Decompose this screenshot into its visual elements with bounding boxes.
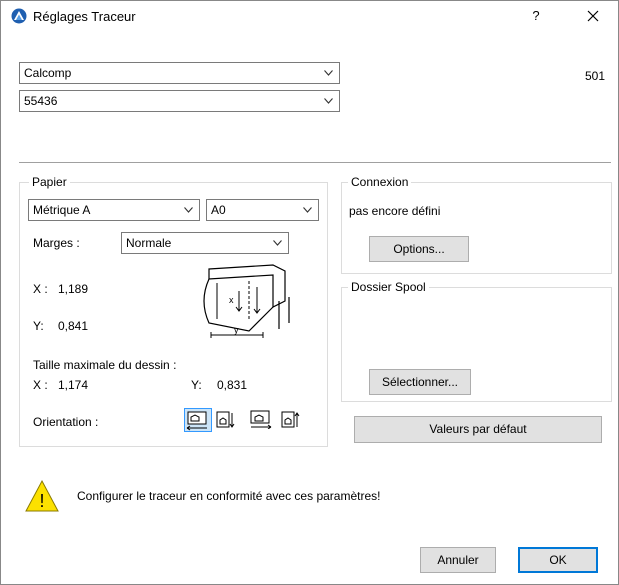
select-spool-button[interactable]: Sélectionner... bbox=[369, 369, 471, 395]
close-button[interactable] bbox=[582, 5, 604, 27]
plotter-diagram-icon: x y bbox=[203, 264, 290, 338]
chevron-down-icon bbox=[324, 98, 333, 104]
orientation-landscape-button[interactable] bbox=[215, 409, 235, 429]
orientation-portrait-icon bbox=[250, 410, 272, 430]
paper-group-label: Papier bbox=[29, 175, 70, 189]
help-button[interactable]: ? bbox=[526, 6, 546, 26]
options-button[interactable]: Options... bbox=[369, 236, 469, 262]
orientation-landscape-icon bbox=[281, 411, 300, 428]
max-size-label: Taille maximale du dessin : bbox=[33, 358, 177, 372]
orientation-portrait-rotated-button[interactable] bbox=[249, 409, 272, 430]
margins-value: Normale bbox=[126, 236, 172, 250]
chevron-down-icon bbox=[273, 240, 282, 246]
max-y-value: 0,831 bbox=[217, 378, 248, 392]
orientation-landscape-rotated-button[interactable] bbox=[280, 409, 300, 429]
orientation-portrait-button[interactable] bbox=[184, 408, 212, 432]
warning-icon: ! bbox=[25, 479, 59, 512]
cancel-button[interactable]: Annuler bbox=[420, 547, 496, 573]
model-select[interactable]: 55436 bbox=[19, 90, 340, 112]
chevron-down-icon bbox=[303, 207, 312, 213]
warning-text: Configurer le traceur en conformité avec… bbox=[77, 489, 381, 503]
connection-status: pas encore défini bbox=[349, 204, 441, 218]
chevron-down-icon bbox=[324, 70, 333, 76]
plotter-settings-dialog: Réglages Traceur ? Calcomp 55436 501 Pap… bbox=[0, 0, 619, 585]
spool-group-label: Dossier Spool bbox=[348, 280, 429, 294]
paper-size-select[interactable]: A0 bbox=[206, 199, 319, 221]
orientation-label: Orientation : bbox=[33, 415, 99, 429]
warning-symbol: ! bbox=[39, 491, 44, 511]
paper-format-family-select[interactable]: Métrique A bbox=[28, 199, 200, 221]
close-icon bbox=[587, 10, 599, 22]
plotter-code: 501 bbox=[585, 69, 606, 83]
max-x-label: X : bbox=[33, 378, 48, 392]
model-value: 55436 bbox=[24, 94, 58, 108]
orientation-portrait-icon bbox=[186, 411, 207, 431]
title-bar: Réglages Traceur ? bbox=[1, 1, 618, 31]
margins-label: Marges : bbox=[33, 236, 80, 250]
chevron-down-icon bbox=[184, 207, 193, 213]
paper-size-value: A0 bbox=[211, 203, 226, 217]
default-values-button[interactable]: Valeurs par défaut bbox=[354, 416, 602, 443]
manufacturer-select[interactable]: Calcomp bbox=[19, 62, 340, 84]
paper-x-value: 1,189 bbox=[58, 282, 89, 296]
window-title: Réglages Traceur bbox=[33, 9, 136, 24]
max-y-label: Y: bbox=[191, 378, 202, 392]
diagram-x-label: x bbox=[229, 295, 234, 305]
paper-y-label: Y: bbox=[33, 319, 44, 333]
connection-group-label: Connexion bbox=[348, 175, 412, 189]
paper-x-label: X : bbox=[33, 282, 48, 296]
orientation-landscape-icon bbox=[216, 411, 235, 428]
paper-y-value: 0,841 bbox=[58, 319, 89, 333]
diagram-y-label: y bbox=[234, 325, 239, 335]
separator bbox=[19, 162, 611, 163]
manufacturer-value: Calcomp bbox=[24, 66, 72, 80]
margins-select[interactable]: Normale bbox=[121, 232, 289, 254]
paper-format-family-value: Métrique A bbox=[33, 203, 91, 217]
archicad-app-icon bbox=[11, 8, 27, 24]
ok-button[interactable]: OK bbox=[518, 547, 598, 573]
max-x-value: 1,174 bbox=[58, 378, 89, 392]
